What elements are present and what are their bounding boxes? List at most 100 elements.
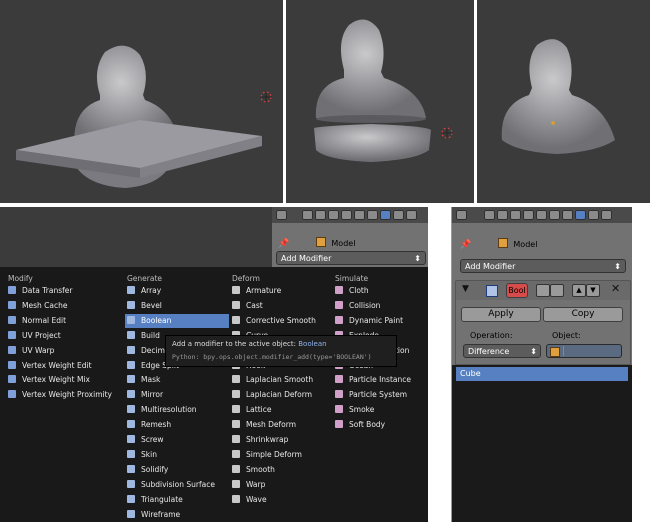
object-tab-icon[interactable] xyxy=(354,210,365,220)
render-tab-icon[interactable] xyxy=(484,210,495,220)
operation-dropdown[interactable]: Difference ⬍ xyxy=(463,344,541,358)
constraints2-tab-icon[interactable] xyxy=(562,210,573,220)
menu-item-corrective-smooth[interactable]: Corrective Smooth xyxy=(230,314,334,328)
text-cursor xyxy=(563,346,564,356)
world-tab-icon[interactable] xyxy=(341,210,352,220)
constraints-tab-icon[interactable] xyxy=(549,210,560,220)
object-field[interactable] xyxy=(546,344,622,358)
menu-item-label: Cast xyxy=(246,300,263,310)
dropdown-item-cube[interactable]: Cube xyxy=(456,367,628,381)
menu-item-mask[interactable]: Mask xyxy=(125,373,229,387)
modifier-name-field[interactable]: Bool xyxy=(506,283,528,298)
menu-item-solidify[interactable]: Solidify xyxy=(125,463,229,477)
move-up-icon[interactable]: ▲ xyxy=(572,284,586,297)
menu-item-normal-edit[interactable]: Normal Edit xyxy=(6,314,110,328)
viewport-4[interactable] xyxy=(0,207,272,267)
world-tab-icon[interactable] xyxy=(523,210,534,220)
viewport-3[interactable] xyxy=(477,0,650,203)
menu-item-array[interactable]: Array xyxy=(125,284,229,298)
editor-type-icon[interactable] xyxy=(276,210,287,220)
menu-item-screw[interactable]: Screw xyxy=(125,433,229,447)
screw-icon xyxy=(127,435,135,443)
menu-item-wireframe[interactable]: Wireframe xyxy=(125,508,229,522)
object-dropdown-list: Cube xyxy=(452,365,632,522)
menu-item-cast[interactable]: Cast xyxy=(230,299,334,313)
menu-item-laplacian-deform[interactable]: Laplacian Deform xyxy=(230,388,334,402)
menu-item-vertex-weight-edit[interactable]: Vertex Weight Edit xyxy=(6,359,110,373)
add-modifier-dropdown[interactable]: Add Modifier ⬍ xyxy=(460,259,626,273)
menu-item-dynamic-paint[interactable]: Dynamic Paint xyxy=(333,314,437,328)
viewport-1[interactable] xyxy=(0,0,283,203)
menu-item-boolean[interactable]: Boolean xyxy=(125,313,229,328)
modifier-header: ▼ Bool ▲ ▼ ✕ xyxy=(455,280,631,302)
menu-item-particle-system[interactable]: Particle System xyxy=(333,388,437,402)
menu-item-collision[interactable]: Collision xyxy=(333,299,437,313)
viewport-2[interactable] xyxy=(286,0,474,203)
scene-tab-icon[interactable] xyxy=(328,210,339,220)
editor-type-icon[interactable] xyxy=(456,210,467,220)
close-icon[interactable]: ✕ xyxy=(611,282,620,295)
layers-tab-icon[interactable] xyxy=(315,210,326,220)
menu-item-label: Simple Deform xyxy=(246,449,302,459)
bevel-icon xyxy=(127,300,135,309)
menu-item-cloth[interactable]: Cloth xyxy=(333,284,437,298)
render-toggle-icon[interactable] xyxy=(536,284,550,297)
menu-item-remesh[interactable]: Remesh xyxy=(125,418,229,432)
collapse-triangle-icon[interactable]: ▼ xyxy=(462,284,469,294)
copy-button[interactable]: Copy xyxy=(543,307,623,322)
add-modifier-menu: Modify Data Transfer Mesh Cache Normal Edit… xyxy=(0,267,428,522)
build-icon xyxy=(127,330,135,339)
collision-icon xyxy=(335,300,343,309)
menu-item-label: Cloth xyxy=(349,286,369,295)
menu-item-mesh-cache[interactable]: Mesh Cache xyxy=(6,299,110,313)
skin-icon xyxy=(127,449,135,458)
menu-item-vertex-weight-mix[interactable]: Vertex Weight Mix xyxy=(6,373,110,387)
menu-item-shrinkwrap[interactable]: Shrinkwrap xyxy=(230,433,334,447)
move-down-icon[interactable]: ▼ xyxy=(586,284,600,297)
vertex-weight-proximity-icon xyxy=(8,390,16,399)
layers-tab-icon[interactable] xyxy=(497,210,508,220)
menu-item-bevel[interactable]: Bevel xyxy=(125,299,229,313)
menu-item-multiresolution[interactable]: Multiresolution xyxy=(125,403,229,417)
menu-item-data-transfer[interactable]: Data Transfer xyxy=(6,284,110,298)
material-tab-icon[interactable] xyxy=(406,210,417,220)
apply-button[interactable]: Apply xyxy=(461,307,541,322)
menu-item-simple-deform[interactable]: Simple Deform xyxy=(230,448,334,462)
scene-tab-icon[interactable] xyxy=(510,210,521,220)
menu-item-wave[interactable]: Wave xyxy=(230,493,334,507)
object-tab-icon[interactable] xyxy=(536,210,547,220)
material-tab-icon[interactable] xyxy=(601,210,612,220)
viewport-toggle-icon[interactable] xyxy=(550,284,564,297)
menu-item-warp[interactable]: Warp xyxy=(230,478,334,492)
menu-item-subdivision-surface[interactable]: Subdivision Surface xyxy=(125,478,229,492)
menu-item-mesh-deform[interactable]: Mesh Deform xyxy=(230,418,334,432)
menu-item-laplacian-smooth[interactable]: Laplacian Smooth xyxy=(230,373,334,387)
menu-item-smooth[interactable]: Smooth xyxy=(230,463,334,477)
breadcrumb: 📌 Model xyxy=(278,231,418,249)
menu-item-soft-body[interactable]: Soft Body xyxy=(333,418,437,432)
menu-item-label: Smooth xyxy=(246,464,275,474)
pin-icon[interactable]: 📌 xyxy=(460,240,471,250)
menu-item-uv-project[interactable]: UV Project xyxy=(6,329,110,343)
modifiers-tab-icon[interactable] xyxy=(575,210,586,220)
pin-icon[interactable]: 📌 xyxy=(278,239,289,249)
menu-item-particle-instance[interactable]: Particle Instance xyxy=(333,373,437,387)
menu-item-label: Particle System xyxy=(349,390,408,400)
menu-item-skin[interactable]: Skin xyxy=(125,448,229,462)
menu-item-uv-warp[interactable]: UV Warp xyxy=(6,344,110,358)
menu-item-lattice[interactable]: Lattice xyxy=(230,403,334,417)
add-modifier-dropdown[interactable]: Add Modifier ⬍ xyxy=(276,251,426,265)
data-tab-icon[interactable] xyxy=(393,210,404,220)
data-tab-icon[interactable] xyxy=(588,210,599,220)
laplacian-smooth-icon xyxy=(232,375,240,384)
menu-item-label: Multiresolution xyxy=(141,405,197,415)
menu-item-armature[interactable]: Armature xyxy=(230,284,334,298)
render-tab-icon[interactable] xyxy=(302,210,313,220)
menu-item-mirror[interactable]: Mirror xyxy=(125,388,229,402)
menu-item-label: Boolean xyxy=(141,315,172,325)
menu-item-triangulate[interactable]: Triangulate xyxy=(125,493,229,507)
menu-item-smoke[interactable]: Smoke xyxy=(333,403,437,417)
modifiers-tab-icon[interactable] xyxy=(380,210,391,220)
constraints-tab-icon[interactable] xyxy=(367,210,378,220)
menu-item-vertex-weight-proximity[interactable]: Vertex Weight Proximity xyxy=(6,388,112,402)
